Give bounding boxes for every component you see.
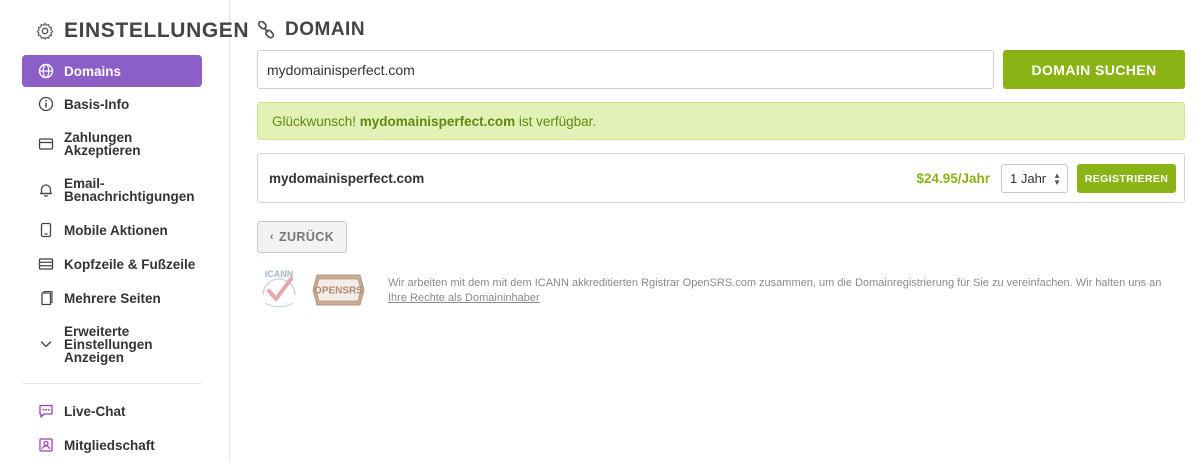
sidebar-item-mobile-actions[interactable]: Mobile Aktionen: [22, 213, 202, 247]
search-domain-button[interactable]: DOMAIN SUCHEN: [1003, 50, 1185, 89]
sidebar-item-payments[interactable]: Zahlungen Akzeptieren: [22, 121, 202, 167]
icann-logo: ICANN: [262, 269, 296, 308]
chat-icon: [38, 403, 54, 419]
registrar-disclaimer: Wir arbeiten mit dem mit dem ICANN akkre…: [388, 276, 1188, 306]
back-button[interactable]: ‹ ZURÜCK: [257, 221, 347, 253]
sidebar-item-label: Mobile Aktionen: [64, 222, 168, 238]
nav-divider: [22, 383, 202, 384]
sidebar-item-domains[interactable]: Domains: [22, 55, 202, 87]
settings-sidebar: EINSTELLUNGEN Domains Basis-Info Zahlung…: [0, 0, 249, 462]
sidebar-item-label: Mehrere Seiten: [64, 290, 161, 306]
layout-icon: [38, 256, 54, 272]
wallet-icon: [38, 136, 54, 152]
pages-icon: [38, 290, 54, 306]
domain-owner-rights-link[interactable]: Ihre Rechte als Domaininhaber: [388, 292, 540, 304]
banner-domain: mydomainisperfect.com: [359, 113, 516, 129]
link-icon: [257, 21, 275, 39]
sidebar-item-label: Email-Benachrichtigungen: [64, 176, 195, 204]
page-header: DOMAIN: [257, 19, 365, 41]
info-icon: [38, 96, 54, 112]
sidebar-item-header-footer[interactable]: Kopfzeile & Fußzeile: [22, 247, 202, 281]
sidebar-header: EINSTELLUNGEN: [36, 18, 249, 44]
sidebar-item-multiple-pages[interactable]: Mehrere Seiten: [22, 281, 202, 315]
banner-suffix: ist verfügbar.: [515, 113, 597, 129]
sidebar-item-label: Kopfzeile & Fußzeile: [64, 256, 196, 272]
chevron-down-icon: [38, 336, 54, 352]
register-button[interactable]: REGISTRIEREN: [1077, 164, 1176, 193]
domain-result-row: mydomainisperfect.com $24.95/Jahr 1 Jahr…: [257, 153, 1185, 203]
sidebar-item-label: Domains: [64, 63, 122, 79]
sidebar-item-membership[interactable]: Mitgliedschaft: [22, 428, 202, 462]
icann-logo-text: ICANN: [265, 269, 294, 279]
globe-icon: [38, 63, 54, 79]
back-label: ZURÜCK: [278, 230, 335, 244]
sidebar-item-label: Mitgliedschaft: [64, 437, 155, 453]
term-select[interactable]: 1 Jahr ▲ ▼: [1001, 164, 1068, 193]
sidebar-item-label: Live-Chat: [64, 403, 126, 419]
opensrs-logo: OPENSRS: [312, 274, 365, 306]
term-value: 1 Jahr: [1010, 171, 1047, 186]
sidebar-item-live-chat[interactable]: Live-Chat: [22, 394, 202, 428]
sidebar-item-label: Basis-Info: [64, 96, 130, 112]
sidebar-item-advanced-settings[interactable]: Erweiterte Einstellungen Anzeigen: [22, 315, 202, 373]
sidebar-item-basis-info[interactable]: Basis-Info: [22, 87, 202, 121]
result-price: $24.95/Jahr: [916, 171, 990, 186]
member-icon: [38, 437, 54, 453]
disclaimer-text: Wir arbeiten mit dem mit dem ICANN akkre…: [388, 277, 1162, 289]
banner-prefix: Glückwunsch!: [272, 113, 360, 129]
settings-nav: Domains Basis-Info Zahlungen Akzeptieren…: [22, 55, 202, 462]
domain-search-input[interactable]: [257, 50, 994, 89]
availability-banner: Glückwunsch! mydomainisperfect.com ist v…: [257, 102, 1185, 140]
gear-icon: [36, 22, 54, 40]
select-arrows-icon: ▲ ▼: [1053, 171, 1061, 187]
sidebar-item-label: Zahlungen Akzeptieren: [64, 130, 141, 158]
sidebar-item-email-notifications[interactable]: Email-Benachrichtigungen: [22, 167, 202, 213]
chevron-left-icon: ‹: [269, 231, 274, 243]
sidebar-item-label: Erweiterte Einstellungen Anzeigen: [64, 323, 153, 365]
page-title: DOMAIN: [285, 19, 366, 40]
result-domain: mydomainisperfect.com: [269, 171, 425, 186]
sidebar-title: EINSTELLUNGEN: [64, 19, 250, 42]
mobile-icon: [38, 222, 54, 238]
bell-icon: [38, 182, 54, 198]
opensrs-logo-text: OPENSRS: [314, 286, 363, 297]
